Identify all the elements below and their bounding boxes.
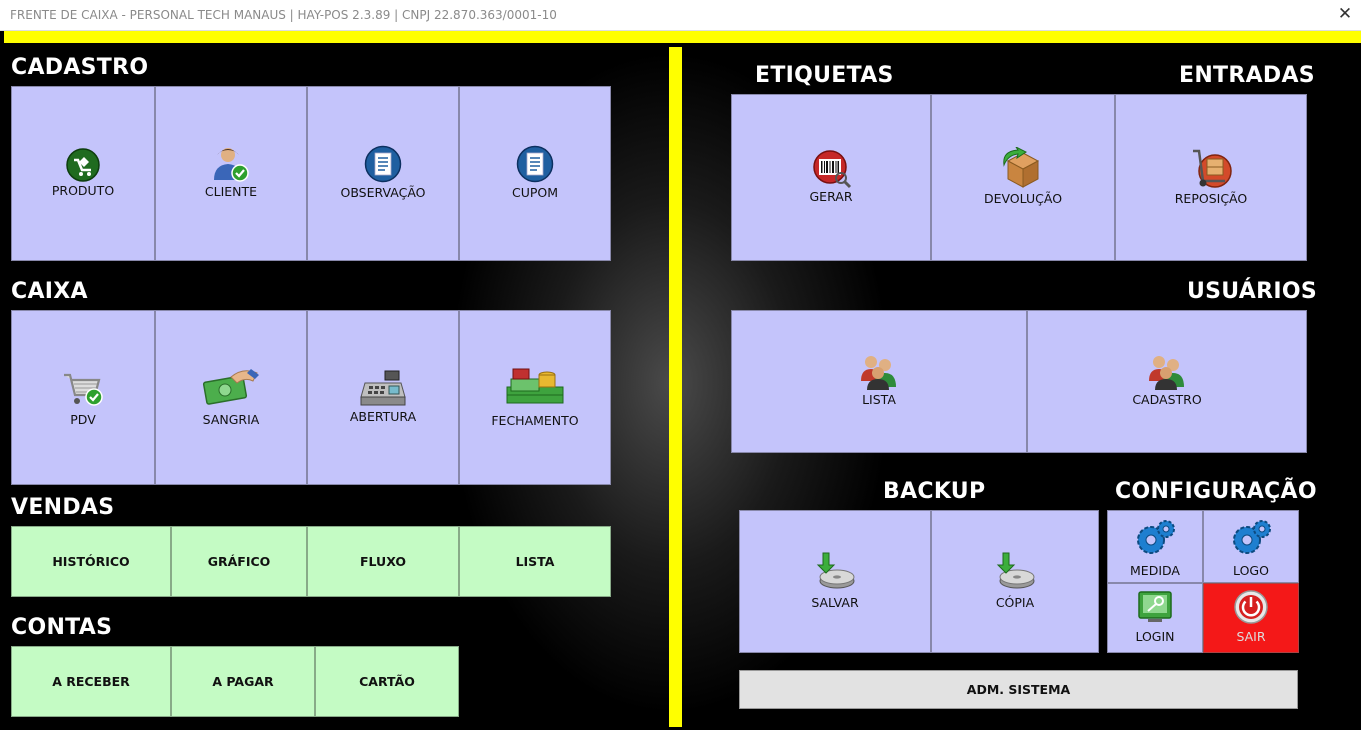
tile-label: DEVOLUÇÃO	[983, 191, 1063, 206]
caixa-abertura-button[interactable]: ABERTURA	[307, 310, 459, 485]
usuarios-cadastro-button[interactable]: CADASTRO	[1027, 310, 1307, 453]
document-icon	[364, 145, 402, 183]
product-icon	[66, 148, 100, 182]
login-key-icon	[1138, 591, 1172, 622]
config-logo-button[interactable]: LOGO	[1203, 510, 1299, 583]
money-icon	[202, 369, 259, 405]
entradas-devolucao-button[interactable]: DEVOLUÇÃO	[931, 94, 1115, 261]
tile-label: OBSERVAÇÃO	[340, 185, 426, 200]
caixa-pdv-button[interactable]: PDV	[11, 310, 155, 485]
contas-heading: CONTAS	[11, 615, 113, 640]
box-return-icon	[1003, 147, 1040, 188]
center-divider	[669, 47, 682, 727]
backup-copia-button[interactable]: CÓPIA	[931, 510, 1099, 653]
tile-label: REPOSIÇÃO	[1174, 191, 1248, 206]
power-icon	[1234, 590, 1268, 624]
cadastro-heading: CADASTRO	[11, 55, 149, 80]
users-icon	[1149, 356, 1184, 390]
cash-stack-icon	[506, 368, 564, 404]
barcode-icon	[813, 150, 852, 189]
tile-label: ABERTURA	[349, 409, 417, 424]
contas-a-pagar-button[interactable]: A PAGAR	[171, 646, 315, 717]
tile-label: CUPOM	[511, 185, 559, 200]
tile-label: PRODUTO	[51, 183, 115, 198]
users-icon	[861, 356, 896, 390]
cadastro-produto-button[interactable]: PRODUTO	[11, 86, 155, 261]
vendas-lista-button[interactable]: LISTA	[459, 526, 611, 597]
disk-download-icon	[996, 552, 1035, 589]
tile-label: SAIR	[1236, 629, 1266, 644]
disk-download-icon	[816, 552, 855, 589]
document-icon	[516, 145, 554, 183]
top-accent-bar	[4, 31, 1361, 43]
usuarios-heading: USUÁRIOS	[1187, 279, 1317, 304]
gears-icon	[1233, 520, 1271, 554]
hand-truck-icon	[1193, 149, 1232, 188]
entradas-heading: ENTRADAS	[1179, 63, 1315, 88]
vendas-historico-button[interactable]: HISTÓRICO	[11, 526, 171, 597]
cadastro-observacao-button[interactable]: OBSERVAÇÃO	[307, 86, 459, 261]
gears-icon	[1137, 520, 1175, 554]
caixa-heading: CAIXA	[11, 279, 88, 304]
backup-heading: BACKUP	[883, 479, 986, 504]
tile-label: CADASTRO	[1132, 392, 1202, 407]
vendas-fluxo-button[interactable]: FLUXO	[307, 526, 459, 597]
vendas-grafico-button[interactable]: GRÁFICO	[171, 526, 307, 597]
etiquetas-heading: ETIQUETAS	[755, 63, 894, 88]
tile-label: GERAR	[809, 189, 853, 204]
window-title-bar: FRENTE DE CAIXA - PERSONAL TECH MANAUS |…	[0, 0, 1361, 31]
tile-label: SALVAR	[811, 595, 859, 610]
config-login-button[interactable]: LOGIN	[1107, 583, 1203, 653]
entradas-reposicao-button[interactable]: REPOSIÇÃO	[1115, 94, 1307, 261]
configuracao-heading: CONFIGURAÇÃO	[1115, 479, 1317, 504]
etiquetas-gerar-button[interactable]: GERAR	[731, 94, 931, 261]
cash-register-icon	[360, 370, 406, 406]
contas-a-receber-button[interactable]: A RECEBER	[11, 646, 171, 717]
tile-label: CLIENTE	[204, 184, 258, 199]
vendas-heading: VENDAS	[11, 495, 115, 520]
config-medida-button[interactable]: MEDIDA	[1107, 510, 1203, 583]
config-sair-button[interactable]: SAIR	[1203, 583, 1299, 653]
cadastro-cliente-button[interactable]: CLIENTE	[155, 86, 307, 261]
cart-icon	[64, 373, 103, 406]
tile-label: SANGRIA	[202, 412, 260, 427]
window-title: FRENTE DE CAIXA - PERSONAL TECH MANAUS |…	[10, 8, 557, 22]
tile-label: LOGO	[1233, 563, 1269, 578]
client-icon	[214, 148, 249, 182]
tile-label: CÓPIA	[995, 595, 1035, 610]
tile-label: FECHAMENTO	[491, 413, 579, 428]
adm-sistema-button[interactable]: ADM. SISTEMA	[739, 670, 1298, 709]
caixa-fechamento-button[interactable]: FECHAMENTO	[459, 310, 611, 485]
backup-salvar-button[interactable]: SALVAR	[739, 510, 931, 653]
tile-label: LOGIN	[1135, 629, 1175, 644]
tile-label: PDV	[70, 412, 96, 427]
tile-label: MEDIDA	[1130, 563, 1180, 578]
cadastro-cupom-button[interactable]: CUPOM	[459, 86, 611, 261]
usuarios-lista-button[interactable]: LISTA	[731, 310, 1027, 453]
caixa-sangria-button[interactable]: SANGRIA	[155, 310, 307, 485]
tile-label: LISTA	[862, 392, 896, 407]
contas-cartao-button[interactable]: CARTÃO	[315, 646, 459, 717]
close-icon[interactable]: ✕	[1335, 3, 1355, 25]
